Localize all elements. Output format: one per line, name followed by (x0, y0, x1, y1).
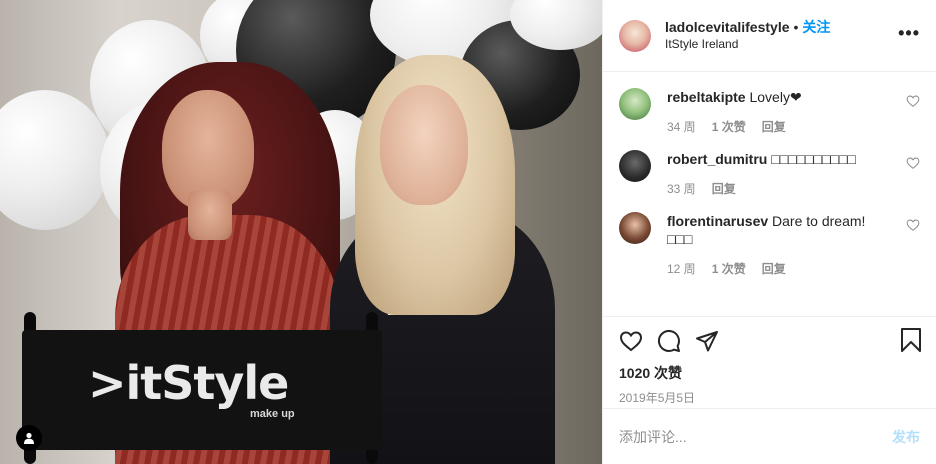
action-icons (619, 327, 920, 355)
like-heart-icon[interactable] (619, 329, 643, 353)
comment-body: florentinarusev Dare to dream! □□□ 12 周 … (667, 212, 920, 278)
add-comment-bar: 发布 (603, 408, 936, 464)
comment-username[interactable]: robert_dumitru (667, 151, 767, 167)
likes-count[interactable]: 1020 次赞 (619, 363, 920, 383)
separator-dot: • (793, 18, 799, 35)
comment-likes[interactable]: 1 次赞 (712, 260, 746, 278)
comment-text: □□□□□□□□□□ (771, 151, 856, 167)
comment-meta: 33 周 回复 (667, 180, 894, 198)
comment-text: Lovely❤ (749, 89, 802, 105)
comment-bubble-icon[interactable] (657, 329, 681, 353)
avatar[interactable] (619, 19, 651, 52)
like-comment-heart-icon[interactable] (906, 94, 920, 108)
comment-likes[interactable]: 1 次赞 (712, 118, 746, 136)
post-sidebar: ladolcevitalifestyle • 关注 ItStyle Ireland … (602, 0, 936, 464)
comment-input[interactable] (619, 428, 892, 445)
follow-button[interactable]: 关注 (802, 19, 830, 35)
person-right-face (380, 85, 468, 205)
comment-meta: 34 周 1 次赞 回复 (667, 118, 894, 136)
balloon (0, 90, 110, 230)
post-actions: 1020 次赞 2019年5月5日 (603, 316, 936, 408)
instagram-post-modal: >itStyle make up ladolcevitalifestyle • 关注… (0, 0, 936, 464)
comment-body: rebeltakipte Lovely❤ 34 周 1 次赞 回复 (667, 88, 920, 136)
post-comment-button[interactable]: 发布 (892, 427, 920, 447)
avatar[interactable] (619, 212, 651, 244)
post-date[interactable]: 2019年5月5日 (619, 389, 920, 406)
like-comment-heart-icon[interactable] (906, 218, 920, 232)
reply-button[interactable]: 回复 (762, 260, 786, 278)
comment-username[interactable]: florentinarusev (667, 213, 768, 229)
avatar[interactable] (619, 150, 651, 182)
reply-button[interactable]: 回复 (762, 118, 786, 136)
comment-age[interactable]: 33 周 (667, 180, 696, 198)
comment-age[interactable]: 34 周 (667, 118, 696, 136)
comment-item: rebeltakipte Lovely❤ 34 周 1 次赞 回复 (619, 88, 920, 136)
comment-item: florentinarusev Dare to dream! □□□ 12 周 … (619, 212, 920, 278)
post-location[interactable]: ItStyle Ireland (665, 36, 830, 53)
user-icon (24, 432, 34, 444)
comment-username[interactable]: rebeltakipte (667, 89, 746, 105)
comment-text-line-2: □□□ (667, 231, 693, 247)
comments-list: rebeltakipte Lovely❤ 34 周 1 次赞 回复 robert… (603, 72, 936, 316)
comment-text: Dare to dream! (772, 213, 866, 229)
author-username[interactable]: ladolcevitalifestyle (665, 19, 790, 35)
comment-body: robert_dumitru □□□□□□□□□□ 33 周 回复 (667, 150, 920, 198)
like-comment-heart-icon[interactable] (906, 156, 920, 170)
share-send-icon[interactable] (695, 329, 719, 353)
comment-meta: 12 周 1 次赞 回复 (667, 260, 894, 278)
reply-button[interactable]: 回复 (712, 180, 736, 198)
header-text: ladolcevitalifestyle • 关注 ItStyle Ireland (665, 19, 830, 53)
comment-item: robert_dumitru □□□□□□□□□□ 33 周 回复 (619, 150, 920, 198)
chair-logo: >itStyle (88, 356, 289, 410)
bookmark-save-icon[interactable] (900, 327, 922, 353)
chair-logo-sub: make up (250, 408, 295, 420)
avatar[interactable] (619, 88, 651, 120)
comment-age[interactable]: 12 周 (667, 260, 696, 278)
post-header: ladolcevitalifestyle • 关注 ItStyle Ireland … (603, 0, 936, 72)
more-options-button[interactable]: ••• (898, 24, 920, 42)
tagged-users-button[interactable] (16, 425, 42, 451)
post-photo[interactable]: >itStyle make up (0, 0, 602, 464)
person-left-neck (188, 190, 232, 240)
